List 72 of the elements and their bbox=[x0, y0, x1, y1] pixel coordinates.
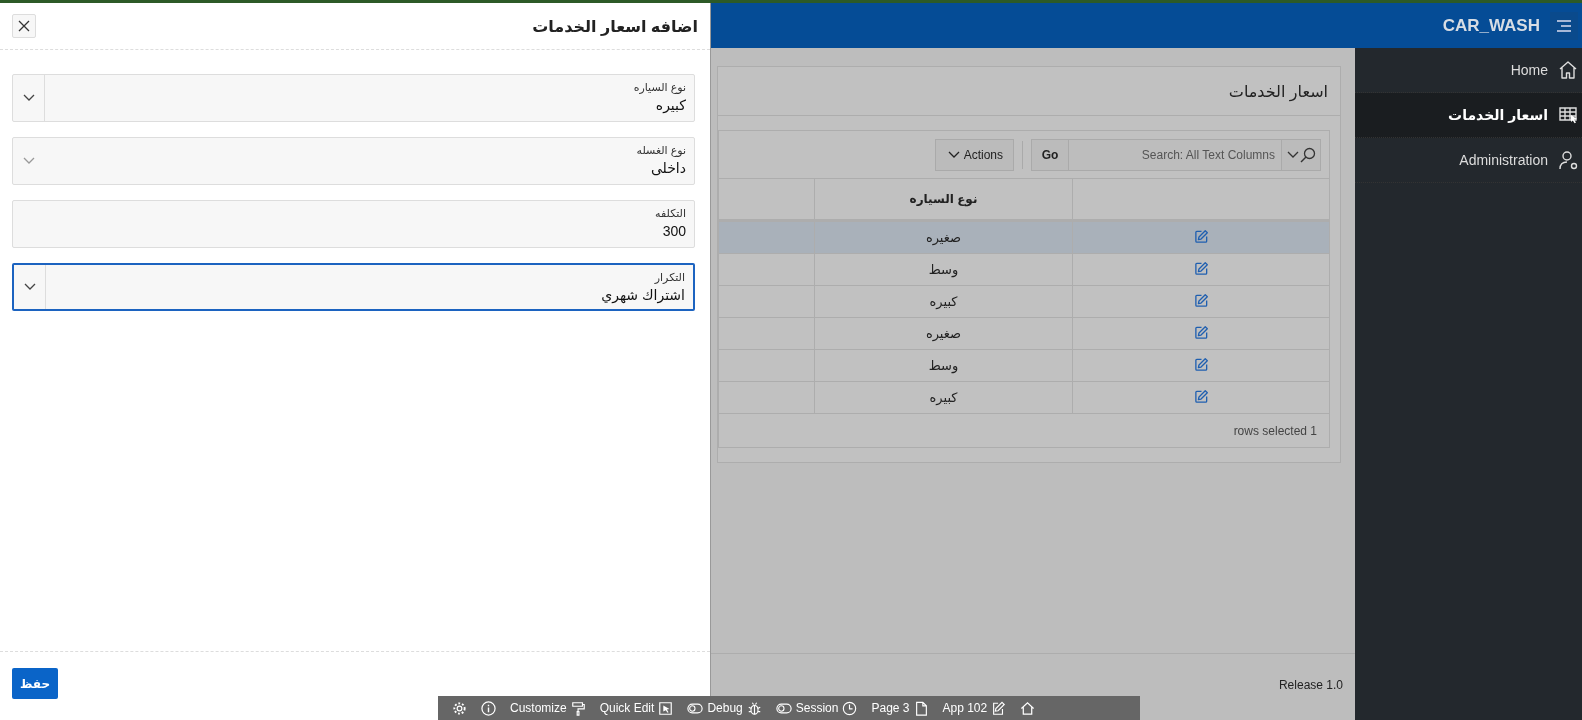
search-icon bbox=[1299, 146, 1316, 163]
menu-icon bbox=[1555, 18, 1573, 33]
selection-count: rows selected 1 bbox=[1233, 423, 1317, 438]
column-header[interactable]: نوع السياره bbox=[909, 192, 978, 206]
table-cell: كبيره bbox=[929, 294, 958, 309]
select-field[interactable]: نوع الغسله داخلى bbox=[12, 137, 695, 185]
go-button[interactable]: Go bbox=[1031, 138, 1069, 171]
actions-button[interactable]: Actions bbox=[934, 138, 1014, 171]
table-cell: وسط bbox=[928, 358, 959, 373]
field-label: التكرار bbox=[654, 271, 685, 284]
field-label: نوع السياره bbox=[633, 81, 686, 94]
edit-icon[interactable] bbox=[1193, 356, 1209, 372]
table-row[interactable]: وسط bbox=[719, 349, 1329, 382]
field-value: داخلى bbox=[650, 160, 686, 176]
table-row[interactable]: كبيره bbox=[719, 285, 1329, 318]
chevron-down-icon bbox=[22, 94, 35, 102]
app-name: CAR_WASH bbox=[1442, 15, 1540, 36]
cursor-window-icon bbox=[658, 700, 674, 716]
field-value: 300 bbox=[662, 223, 686, 239]
edit-icon[interactable] bbox=[1193, 292, 1209, 308]
toolbar-item[interactable]: Debug bbox=[687, 700, 762, 716]
edit-icon[interactable] bbox=[1193, 260, 1209, 276]
table-row[interactable]: صغيره bbox=[719, 220, 1329, 254]
edit-icon[interactable] bbox=[1193, 324, 1209, 340]
settings-icon[interactable] bbox=[452, 700, 467, 716]
field-value: اشتراك شهري bbox=[601, 287, 685, 303]
toggle-icon bbox=[775, 702, 792, 714]
table-cell: صغيره bbox=[925, 326, 962, 341]
table-icon bbox=[1558, 105, 1578, 125]
release-label: Release 1.0 bbox=[1278, 678, 1343, 692]
edit-icon bbox=[991, 700, 1007, 716]
table-row[interactable]: كبيره bbox=[719, 381, 1329, 414]
close-icon bbox=[18, 20, 30, 32]
table-row[interactable]: صغيره bbox=[719, 317, 1329, 350]
field-label: التكلفه bbox=[655, 207, 686, 220]
nav-item[interactable]: اسعار الخدمات bbox=[1355, 93, 1582, 138]
toolbar-item[interactable]: App 102 bbox=[942, 700, 1007, 716]
toolbar-item[interactable]: Page 3 bbox=[871, 700, 929, 716]
table-cell: صغيره bbox=[925, 230, 962, 245]
toggle-icon bbox=[687, 702, 704, 714]
nav-item[interactable]: Administration bbox=[1355, 138, 1582, 183]
chevron-down-icon bbox=[23, 283, 36, 291]
toolbar-item[interactable]: Customize bbox=[510, 700, 586, 716]
clock-icon bbox=[842, 700, 858, 716]
select-field[interactable]: التكرار اشتراك شهري bbox=[12, 263, 695, 311]
toolbar-item[interactable]: Quick Edit bbox=[599, 700, 674, 716]
field-label: نوع الغسله bbox=[636, 144, 686, 157]
brush-icon bbox=[570, 700, 586, 716]
edit-icon[interactable] bbox=[1193, 228, 1209, 244]
search-field[interactable]: Search: All Text Columns bbox=[1069, 138, 1281, 171]
edit-icon[interactable] bbox=[1193, 388, 1209, 404]
dialog-title: اضافه اسعار الخدمات bbox=[532, 16, 698, 36]
home-icon bbox=[1558, 60, 1578, 80]
toolbar-item[interactable]: Session bbox=[775, 700, 858, 716]
table-row[interactable]: وسط bbox=[719, 253, 1329, 286]
search-menu-button[interactable] bbox=[1281, 138, 1321, 171]
document-icon bbox=[913, 700, 929, 716]
info-icon[interactable] bbox=[481, 700, 496, 716]
menu-button[interactable] bbox=[1550, 11, 1578, 40]
table-cell: كبيره bbox=[929, 390, 958, 405]
field-value: كبيره bbox=[655, 97, 686, 113]
bug-icon bbox=[746, 700, 762, 716]
select-field[interactable]: نوع السياره كبيره bbox=[12, 74, 695, 122]
table-cell: وسط bbox=[928, 262, 959, 277]
region-title: اسعار الخدمات bbox=[1228, 81, 1328, 101]
home-icon[interactable] bbox=[1020, 700, 1036, 716]
close-button[interactable] bbox=[12, 14, 36, 38]
chevron-down-icon bbox=[947, 150, 960, 159]
user-icon bbox=[1558, 150, 1578, 170]
chevron-down-icon bbox=[22, 157, 35, 165]
save-button[interactable]: حفظ bbox=[12, 668, 58, 699]
chevron-down-icon bbox=[1286, 150, 1299, 159]
